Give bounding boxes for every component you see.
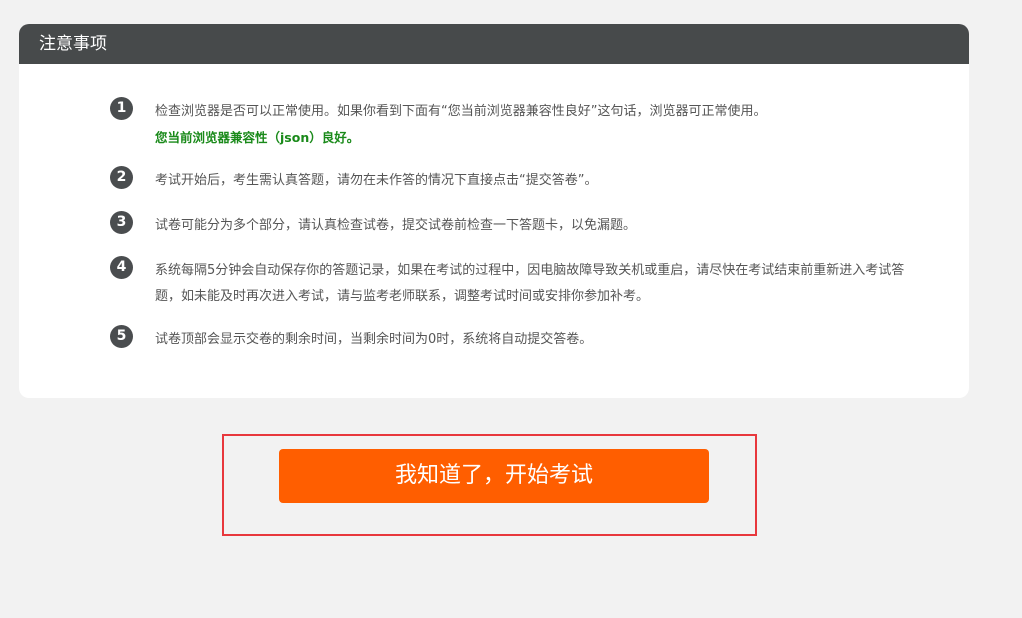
number-badge: 3 — [110, 211, 133, 234]
start-exam-button[interactable]: 我知道了，开始考试 — [279, 449, 709, 503]
notice-title: 注意事项 — [19, 24, 969, 64]
browser-compat-status: 您当前浏览器兼容性（json）良好。 — [155, 130, 360, 145]
number-badge: 2 — [110, 166, 133, 189]
notice-item-1-text: 检查浏览器是否可以正常使用。如果你看到下面有“您当前浏览器兼容性良好”这句话，浏… — [155, 104, 767, 119]
notice-item-text: 检查浏览器是否可以正常使用。如果你看到下面有“您当前浏览器兼容性良好”这句话，浏… — [155, 99, 925, 151]
notice-item-2-text: 考试开始后，考生需认真答题，请勿在未作答的情况下直接点击“提交答卷”。 — [155, 173, 598, 188]
number-badge: 5 — [110, 325, 133, 348]
number-badge: 4 — [110, 256, 133, 279]
notice-card: 注意事项 1 检查浏览器是否可以正常使用。如果你看到下面有“您当前浏览器兼容性良… — [19, 24, 969, 398]
number-badge: 1 — [110, 97, 133, 120]
notice-item-5-text: 试卷顶部会显示交卷的剩余时间，当剩余时间为0时，系统将自动提交答卷。 — [155, 332, 593, 347]
notice-item-4-text: 系统每隔5分钟会自动保存你的答题记录，如果在考试的过程中，因电脑故障导致关机或重… — [155, 263, 905, 304]
notice-item-3-text: 试卷可能分为多个部分，请认真检查试卷，提交试卷前检查一下答题卡，以免漏题。 — [155, 218, 637, 233]
